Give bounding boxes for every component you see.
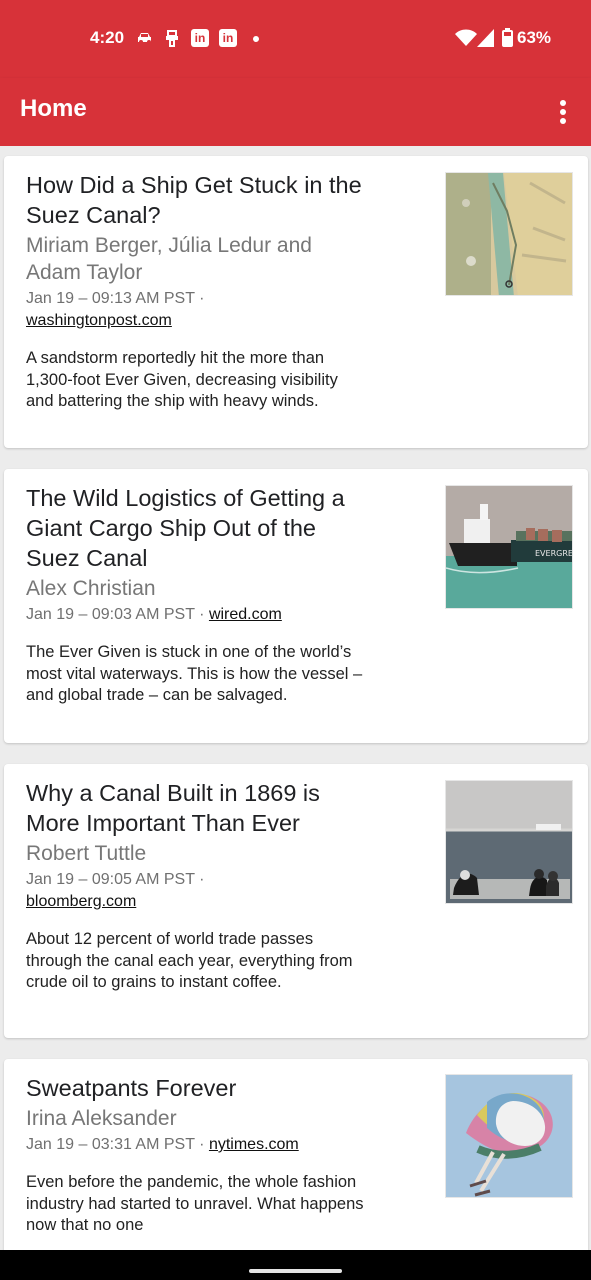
article-card[interactable]: The Wild Logistics of Getting a Giant Ca…: [4, 469, 588, 743]
article-title[interactable]: Why a Canal Built in 1869 is More Import…: [26, 778, 366, 838]
article-author: Miriam Berger, Júlia Ledur and Adam Tayl…: [26, 234, 312, 284]
article-title[interactable]: How Did a Ship Get Stuck in the Suez Can…: [26, 170, 366, 230]
article-text: Why a Canal Built in 1869 is More Import…: [26, 778, 366, 994]
car-icon: [136, 29, 154, 47]
system-navigation-bar: [0, 1250, 591, 1280]
meta-separator: ·: [199, 290, 205, 307]
article-card[interactable]: Why a Canal Built in 1869 is More Import…: [4, 764, 588, 1038]
article-description: Even before the pandemic, the whole fash…: [26, 1173, 364, 1234]
article-description: The Ever Given is stuck in one of the wo…: [26, 643, 363, 704]
home-gesture-handle[interactable]: [249, 1269, 342, 1273]
article-meta: Jan 19 – 03:31 AM PST · nytimes.com: [26, 1134, 366, 1156]
article-description: About 12 percent of world trade passes t…: [26, 930, 353, 991]
article-date: Jan 19 – 09:05 AM PST: [26, 871, 195, 888]
article-source-link[interactable]: nytimes.com: [209, 1136, 299, 1153]
article-author: Robert Tuttle: [26, 842, 147, 865]
article-date: Jan 19 – 09:03 AM PST: [26, 606, 195, 623]
battery-icon: [502, 28, 513, 47]
more-vert-icon[interactable]: [549, 96, 577, 128]
phone-screen: 4:20 in in 63% Home How Did a Ship Get S…: [0, 0, 591, 1280]
article-text: Sweatpants Forever Irina Aleksander Jan …: [26, 1073, 366, 1237]
article-date: Jan 19 – 03:31 AM PST: [26, 1136, 195, 1153]
meta-separator: ·: [199, 871, 205, 888]
article-text: The Wild Logistics of Getting a Giant Ca…: [26, 483, 366, 707]
battery-percent: 63%: [517, 28, 552, 47]
signal-icon: [477, 29, 494, 47]
article-card[interactable]: How Did a Ship Get Stuck in the Suez Can…: [4, 156, 588, 448]
article-source-link[interactable]: washingtonpost.com: [26, 312, 172, 329]
article-description: A sandstorm reportedly hit the more than…: [26, 349, 338, 410]
cargo-ship-image[interactable]: EVERGREEN: [445, 485, 573, 609]
satellite-image[interactable]: [445, 172, 573, 296]
meta-separator: ·: [199, 606, 205, 623]
canal-shore-image[interactable]: [445, 780, 573, 904]
status-time: 4:20: [90, 28, 125, 47]
meta-separator: ·: [199, 1136, 205, 1153]
article-author: Alex Christian: [26, 577, 156, 600]
svg-text:EVERGREEN: EVERGREEN: [535, 549, 573, 558]
article-source-link[interactable]: bloomberg.com: [26, 893, 136, 910]
article-text: How Did a Ship Get Stuck in the Suez Can…: [26, 170, 366, 413]
article-author: Irina Aleksander: [26, 1107, 177, 1130]
notification-dot-icon: [253, 36, 259, 42]
article-meta: Jan 19 – 09:05 AM PST · bloomberg.com: [26, 869, 366, 913]
tool-icon: [163, 29, 181, 47]
article-date: Jan 19 – 09:13 AM PST: [26, 290, 195, 307]
article-list[interactable]: How Did a Ship Get Stuck in the Suez Can…: [0, 146, 591, 1250]
app-bar: Home: [0, 78, 591, 146]
article-source-link[interactable]: wired.com: [209, 606, 282, 623]
status-bar: 4:20 in in 63%: [0, 0, 591, 78]
linkedin-icon: in: [191, 29, 209, 47]
article-title[interactable]: The Wild Logistics of Getting a Giant Ca…: [26, 483, 366, 573]
article-title[interactable]: Sweatpants Forever: [26, 1073, 366, 1103]
clothes-pile-image[interactable]: [445, 1074, 573, 1198]
article-card[interactable]: Sweatpants Forever Irina Aleksander Jan …: [4, 1059, 588, 1250]
linkedin-icon: in: [219, 29, 237, 47]
article-meta: Jan 19 – 09:13 AM PST · washingtonpost.c…: [26, 288, 366, 332]
article-meta: Jan 19 – 09:03 AM PST · wired.com: [26, 604, 366, 626]
page-title: Home: [20, 95, 87, 122]
wifi-icon: [455, 29, 477, 46]
